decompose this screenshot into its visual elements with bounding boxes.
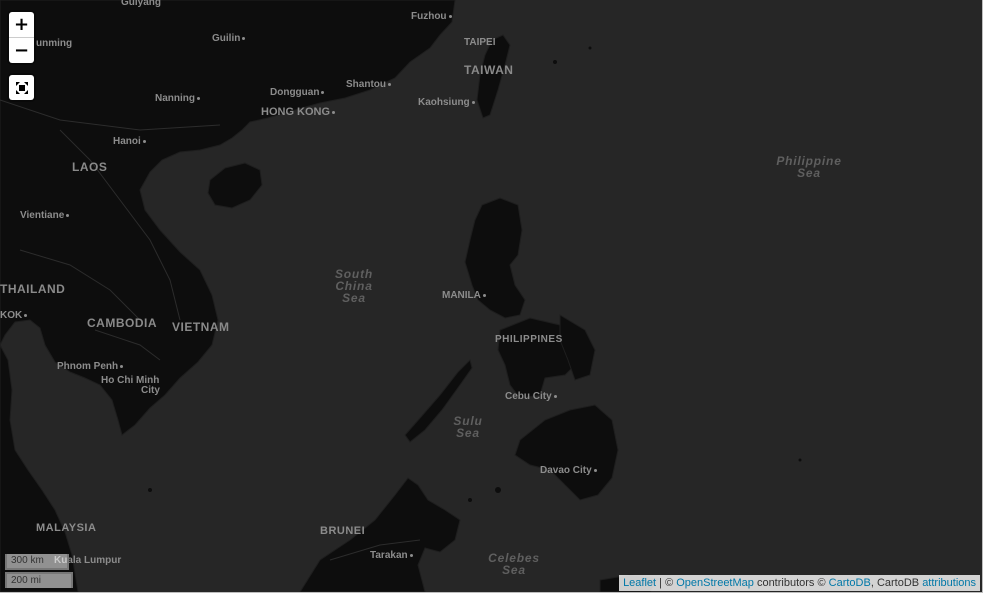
attrib-text-2: , CartoDB (870, 577, 923, 589)
zoom-out-button[interactable]: − (9, 38, 34, 63)
scale-km: 300 km (5, 554, 69, 570)
leaflet-link[interactable]: Leaflet (623, 577, 656, 589)
attrib-text: contributors © (753, 577, 829, 589)
map-container[interactable]: Guiyang unming Guilin Fuzhou TAIPEI TAIW… (0, 0, 983, 593)
zoom-in-button[interactable]: + (9, 12, 34, 38)
attribution: Leaflet | © OpenStreetMap contributors ©… (619, 575, 980, 591)
attrib-sep: | © (656, 577, 677, 589)
fullscreen-icon (15, 81, 28, 94)
map-tiles[interactable] (0, 0, 982, 592)
osm-link[interactable]: OpenStreetMap (676, 577, 754, 589)
scale-mi: 200 mi (5, 572, 73, 588)
zoom-control: + − (9, 12, 34, 63)
cartodb-link[interactable]: CartoDB (829, 577, 871, 589)
attributions-link[interactable]: attributions (922, 577, 976, 589)
fullscreen-button[interactable] (9, 75, 34, 100)
